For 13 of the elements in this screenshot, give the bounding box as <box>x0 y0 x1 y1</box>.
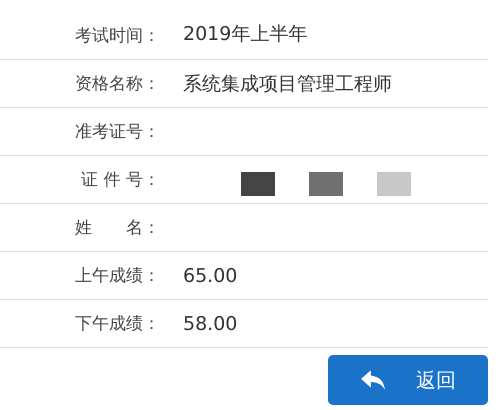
field-label: 资格名称： <box>74 73 160 95</box>
field-value: 65.00 <box>183 264 238 286</box>
field-value: 系统集成项目管理工程师 <box>183 72 392 96</box>
back-button[interactable]: 返回 <box>328 355 488 405</box>
field-value: 2019年上半年 <box>183 22 308 47</box>
field-value: 58.00 <box>183 312 238 334</box>
field-label: 考试时间： <box>74 25 160 47</box>
reply-arrow-icon <box>360 369 386 391</box>
field-label: 准考证号： <box>74 121 160 143</box>
field-label: 姓 名： <box>74 217 160 239</box>
field-label: 证 件 号： <box>80 169 160 191</box>
field-label: 上午成绩： <box>74 265 160 287</box>
field-label: 下午成绩： <box>74 313 160 335</box>
